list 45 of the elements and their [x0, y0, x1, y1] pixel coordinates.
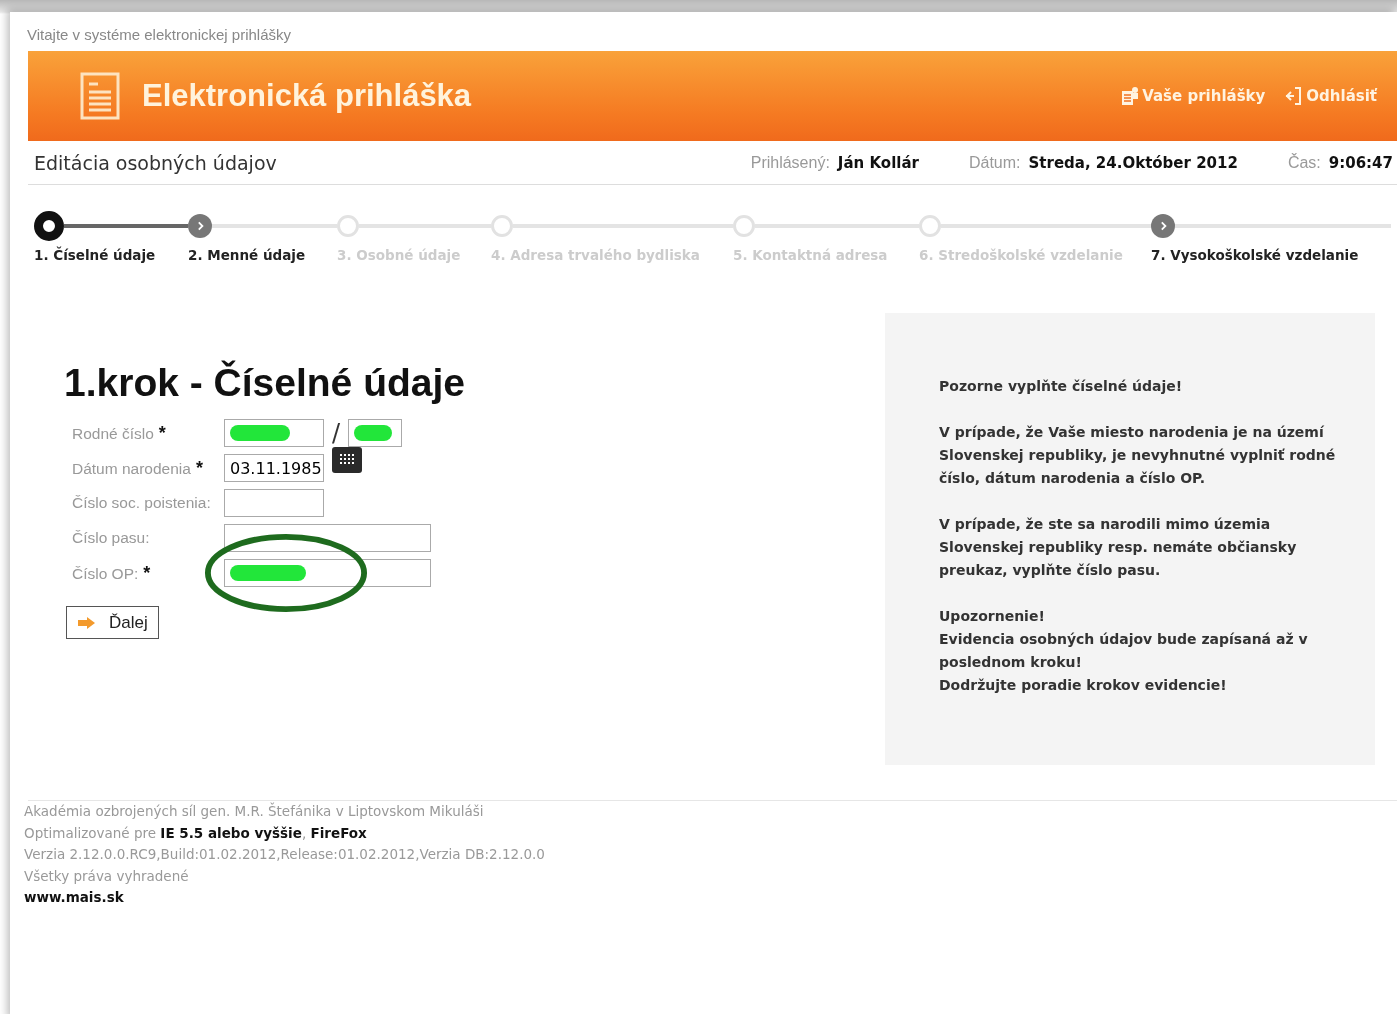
- footer-text: Všetky práva vyhradené: [24, 866, 190, 886]
- info-label: Prihlásený:: [750, 153, 830, 172]
- app-title: Elektronická prihláška: [142, 78, 472, 114]
- step-label[interactable]: 7. Vysokoškolské vzdelanie: [1151, 247, 1391, 263]
- input-field[interactable]: [224, 419, 324, 447]
- form-heading: 1.krok - Číselné údaje: [64, 361, 466, 405]
- field-label: Rodné číslo *: [72, 422, 166, 444]
- notice-text: V prípade, že Vaše miesto narodenia je na území Slovenskej republiky, je nevyhnutné vyplniť rodné číslo, dátum narodenia a číslo OP.: [939, 423, 1337, 488]
- welcome-text: Vitajte v systéme elektronickej prihlášky: [27, 25, 292, 45]
- calendar-icon[interactable]: [332, 447, 362, 473]
- document-person-icon: [1121, 86, 1140, 106]
- step-marker: [34, 211, 64, 241]
- redaction-mark: [354, 425, 393, 441]
- step-label[interactable]: 2. Menné údaje: [188, 247, 337, 263]
- info-label: Dátum:: [968, 153, 1021, 172]
- step-label[interactable]: 1. Číselné údaje: [34, 247, 188, 263]
- input-field[interactable]: [224, 524, 431, 552]
- notice-text: Pozorne vyplňte číselné údaje!: [939, 377, 1184, 396]
- input-field[interactable]: 03.11.1985: [224, 454, 324, 482]
- field-label: Číslo soc. poistenia:: [72, 494, 211, 512]
- applications-link[interactable]: Vaše prihlášky: [1121, 86, 1266, 106]
- page-title: Editácia osobných údajov: [34, 151, 277, 174]
- arrow-icon: [77, 615, 97, 630]
- input-field[interactable]: [348, 419, 403, 447]
- redaction-mark: [230, 425, 290, 441]
- input-field[interactable]: [224, 489, 324, 517]
- field-label: Číslo pasu:: [72, 529, 150, 547]
- next-button[interactable]: Ďalej: [66, 606, 159, 639]
- notice-text: V prípade, že ste sa narodili mimo územia Slovenskej republiky resp. nemáte občiansky preukaz, vyplňte číslo pasu.: [939, 515, 1298, 580]
- info-label: Čas:: [1287, 153, 1321, 172]
- info-value: Ján Kollár: [837, 153, 919, 172]
- footer-text: Verzia 2.12.0.0.RC9,Build:01.02.2012,Release:01.02.2012,Verzia DB:2.12.0.0: [24, 845, 546, 864]
- info-value: 9:06:47: [1328, 153, 1393, 172]
- notice-text: Upozornenie! Evidencia osobných údajov bude zapísaná až v poslednom kroku! Dodržujte poradie krokov evidencie!: [939, 607, 1309, 695]
- document-icon: [80, 72, 120, 120]
- info-value: Streda, 24.Október 2012: [1028, 153, 1238, 172]
- logout-link[interactable]: Odhlásiť: [1285, 86, 1377, 106]
- logout-icon: [1285, 86, 1304, 106]
- field-label: Dátum narodenia *: [72, 457, 203, 479]
- footer-text: Optimalizované pre IE 5.5 alebo vyššie, FireFox: [24, 823, 368, 843]
- footer-text: www.mais.sk: [24, 888, 125, 907]
- field-label: Číslo OP: *: [72, 562, 151, 584]
- input-field[interactable]: [224, 559, 431, 587]
- footer-text: Akadémia ozbrojených síl gen. M.R. Štefánika v Liptovskom Mikuláši: [24, 801, 485, 821]
- separator-text: /: [332, 419, 341, 447]
